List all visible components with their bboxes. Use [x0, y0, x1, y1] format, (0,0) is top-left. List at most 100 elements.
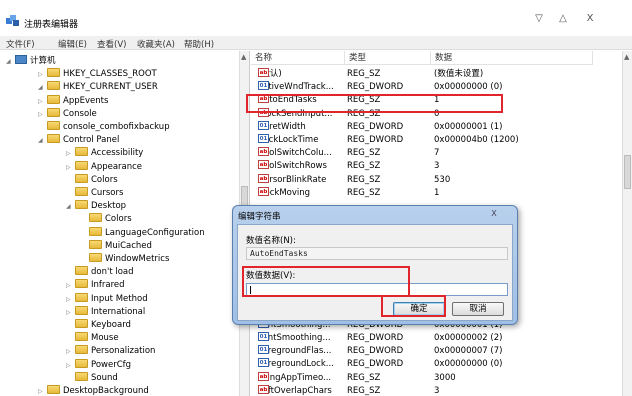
value-row[interactable]: 01 ForegroundFlas... REG_DWORD 0x00000007 (… [251, 345, 593, 358]
expand-arrow-icon[interactable]: ▷ [38, 108, 47, 121]
folder-icon [75, 200, 88, 210]
expand-arrow-icon[interactable]: ▷ [38, 385, 47, 396]
tree-item[interactable]: ◢ Desktop [66, 200, 126, 213]
value-row[interactable]: 01 FontSmoothing... REG_DWORD 0x00000002 (2… [251, 332, 593, 345]
edit-string-dialog: 编辑字符串 X 数值名称(N): AutoEndTasks 数值数据(V): 确… [232, 205, 518, 325]
maximize-button[interactable]: △ [553, 12, 573, 26]
expand-arrow-icon[interactable]: ▷ [66, 147, 75, 160]
menu-help[interactable]: 帮助(H) [184, 38, 214, 50]
value-row[interactable]: ab DockMoving REG_SZ 1 [251, 186, 593, 200]
tree-item[interactable]: ▷ HKEY_CLASSES_ROOT [38, 68, 157, 81]
value-row[interactable]: 01 ForegroundLock... REG_DWORD 0x00000000 (… [251, 358, 593, 371]
tree-item[interactable]: Mouse [66, 332, 119, 345]
value-type-cell: REG_DWORD [347, 135, 404, 145]
scroll-up-icon[interactable]: ▲ [241, 53, 246, 61]
menu-edit[interactable]: 编辑(E) [58, 38, 87, 50]
ok-button[interactable]: 确定 [393, 302, 445, 316]
value-data-cell: 7 [434, 148, 440, 159]
list-scrollbar[interactable]: ▲ [622, 51, 632, 396]
tree-item[interactable]: ◢ 计算机 [6, 55, 56, 68]
tree-item-label: Infrared [91, 280, 125, 291]
tree-item[interactable]: don't load [66, 266, 134, 279]
value-type-cell: REG_DWORD [347, 333, 404, 343]
value-data-input[interactable] [246, 283, 508, 296]
folder-icon [47, 121, 60, 130]
tree-item[interactable]: ▷ International [66, 305, 145, 319]
collapse-arrow-icon[interactable]: ◢ [6, 55, 15, 68]
tree-item[interactable]: Cursors [66, 187, 123, 200]
tree-item[interactable]: ◢ Control Panel [38, 134, 119, 147]
tree-item[interactable]: LanguageConfiguration [80, 226, 205, 240]
tree-item-label: LanguageConfiguration [105, 227, 205, 238]
expand-arrow-icon[interactable]: ▷ [38, 95, 47, 108]
value-row[interactable]: ab CoolSwitchRows REG_SZ 3 [251, 160, 593, 173]
computer-icon [15, 55, 27, 64]
menu-file[interactable]: 文件(F) [6, 38, 35, 50]
expand-arrow-icon[interactable]: ▷ [66, 306, 75, 319]
menu-view[interactable]: 查看(V) [97, 38, 126, 50]
value-data-cell: (数值未设置) [434, 69, 484, 79]
string-value-icon: ab [258, 68, 269, 77]
tree-item[interactable]: ▷ Infrared [66, 279, 125, 292]
scroll-up-icon[interactable]: ▲ [624, 53, 629, 61]
title-bar: 注册表编辑器 ▽ △ X [0, 0, 632, 36]
collapse-arrow-icon[interactable]: ◢ [66, 200, 75, 213]
value-data-cell: 0x000004b0 (1200) [434, 135, 519, 145]
value-data-label: 数值数据(V): [246, 271, 296, 281]
folder-icon [89, 253, 102, 262]
tree-item[interactable]: ▷ PowerCfg [66, 358, 131, 372]
folder-icon [75, 332, 88, 342]
tree-item[interactable]: ▷ Accessibility [66, 147, 143, 160]
column-header-data[interactable]: 数据 [431, 51, 593, 65]
tree-item[interactable]: ▷ Appearance [66, 160, 142, 174]
value-row[interactable]: ab CursorBlinkRate REG_SZ 530 [251, 173, 593, 187]
folder-icon [75, 160, 88, 170]
value-row[interactable]: 01 ActiveWndTrack... REG_DWORD 0x00000000 (… [251, 81, 593, 94]
cancel-button[interactable]: 取消 [452, 302, 504, 316]
tree-item[interactable]: MuiCached [80, 239, 152, 253]
tree-item[interactable]: ▷ AppEvents [38, 94, 108, 108]
value-row[interactable]: ab AutoEndTasks REG_SZ 1 [251, 94, 593, 107]
collapse-arrow-icon[interactable]: ◢ [38, 81, 47, 94]
expand-arrow-icon[interactable]: ▷ [66, 279, 75, 292]
tree-item[interactable]: Colors [66, 173, 118, 187]
value-data-cell: 530 [434, 174, 451, 185]
value-row[interactable]: ab BlockSendInput... REG_SZ 0 [251, 107, 593, 121]
tree-item-label: Keyboard [91, 320, 131, 330]
value-row[interactable]: ab HungAppTimeo... REG_SZ 3000 [251, 371, 593, 385]
tree-item[interactable]: Colors [80, 213, 132, 226]
dialog-close-button[interactable]: X [487, 208, 501, 219]
expand-arrow-icon[interactable]: ▷ [38, 68, 47, 81]
expand-arrow-icon[interactable]: ▷ [66, 345, 75, 358]
column-header-type[interactable]: 类型 [345, 51, 431, 65]
value-row[interactable]: 01 ClickLockTime REG_DWORD 0x000004b0 (1200… [251, 134, 593, 147]
tree-item[interactable]: ▷ Personalization [66, 345, 155, 358]
tree-item[interactable]: ▷ DesktopBackground [38, 385, 149, 396]
tree-item[interactable]: ◢ HKEY_CURRENT_USER [38, 81, 158, 94]
close-button[interactable]: X [580, 12, 600, 26]
string-value-icon: ab [258, 371, 269, 381]
tree-item[interactable]: console_combofixbackup [38, 121, 170, 134]
list-scroll-thumb[interactable] [624, 155, 631, 189]
column-header-name[interactable]: 名称 [251, 51, 345, 65]
collapse-arrow-icon[interactable]: ◢ [38, 134, 47, 147]
value-row[interactable]: 01 CaretWidth REG_DWORD 0x00000001 (1) [251, 120, 593, 134]
minimize-button[interactable]: ▽ [529, 12, 549, 26]
value-name-cell: ab CursorBlinkRate [258, 173, 346, 187]
value-name-cell: ab HungAppTimeo... [258, 371, 346, 385]
expand-arrow-icon[interactable]: ▷ [66, 161, 75, 174]
tree-item-label: Colors [91, 174, 118, 185]
tree-item[interactable]: ▷ Console [38, 107, 97, 121]
tree-item[interactable]: ▷ Input Method [66, 292, 148, 306]
menu-favorites[interactable]: 收藏夹(A) [137, 38, 175, 50]
value-row[interactable]: ab LeftOverlapChars REG_SZ 3 [251, 384, 593, 396]
value-row[interactable]: ab (默认) REG_SZ (数值未设置) [251, 68, 593, 81]
value-row[interactable]: ab CoolSwitchColu... REG_SZ 7 [251, 147, 593, 160]
value-name-text: CoolSwitchColu... [258, 148, 332, 159]
tree-item[interactable]: WindowMetrics [80, 253, 169, 266]
tree-item[interactable]: Keyboard [66, 319, 131, 332]
expand-arrow-icon[interactable]: ▷ [66, 359, 75, 372]
folder-icon [89, 226, 102, 236]
tree-item[interactable]: Sound [66, 371, 118, 385]
expand-arrow-icon[interactable]: ▷ [66, 293, 75, 306]
